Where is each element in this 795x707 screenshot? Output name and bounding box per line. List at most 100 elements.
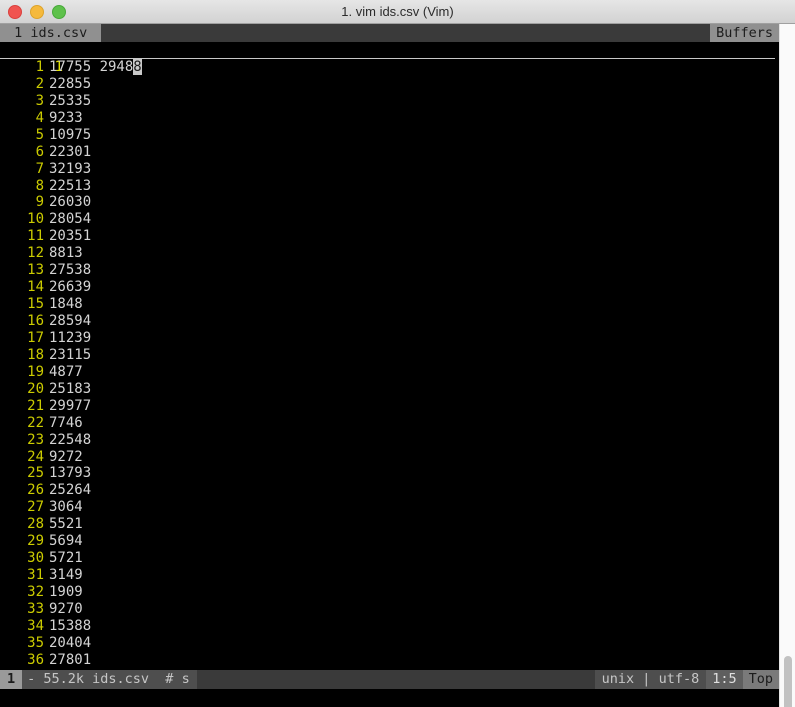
buffer-line: 26 25264 — [0, 482, 779, 499]
line-value: 22513 — [49, 177, 92, 194]
cursor-line: 1 29488 — [0, 42, 779, 75]
relative-line-number: 5 — [35, 126, 44, 143]
relative-line-number: 11 — [27, 228, 44, 245]
buffers-label[interactable]: Buffers — [710, 24, 779, 42]
statusline-position: 1:5 — [706, 670, 743, 689]
line-value: 26030 — [49, 194, 92, 211]
relative-line-number: 19 — [27, 363, 44, 380]
relative-line-number: 35 — [27, 634, 44, 651]
buffer-line: 31 3149 — [0, 567, 779, 584]
line-value: 22548 — [49, 431, 92, 448]
buffer-line: 11 20351 — [0, 228, 779, 245]
relative-line-number: 14 — [27, 279, 44, 296]
tabline-filler — [101, 24, 711, 42]
line-value: 15388 — [49, 617, 92, 634]
vim-tabline: 1 ids.csv Buffers — [0, 24, 779, 42]
buffer-line: 19 4877 — [0, 364, 779, 381]
line-value: 11239 — [49, 329, 92, 346]
relative-line-number: 10 — [27, 211, 44, 228]
buffer-line: 32 1909 — [0, 584, 779, 601]
buffer-line: 8 22513 — [0, 178, 779, 195]
buffer-line: 4 9233 — [0, 110, 779, 127]
line-value: 9270 — [49, 600, 83, 617]
relative-line-number: 18 — [27, 346, 44, 363]
statusline-mode: 1 — [0, 670, 23, 689]
buffer-line: 28 5521 — [0, 516, 779, 533]
line-value: 10975 — [49, 126, 92, 143]
close-window-icon[interactable] — [8, 4, 22, 19]
relative-line-number: 29 — [27, 533, 44, 550]
line-value: 25264 — [49, 482, 92, 499]
relative-line-number: 36 — [27, 651, 44, 668]
line-value: 27538 — [49, 262, 92, 279]
relative-line-number: 33 — [27, 600, 44, 617]
line-value: 28594 — [49, 313, 92, 329]
line-value: 27801 — [49, 651, 92, 668]
line-value: 20404 — [49, 634, 92, 651]
relative-line-number: 12 — [27, 245, 44, 262]
relative-line-number: 22 — [27, 414, 44, 431]
line-value: 25183 — [49, 380, 92, 397]
line-value: 28054 — [49, 211, 92, 228]
buffer-line: 30 5721 — [0, 550, 779, 567]
line-value: 13793 — [49, 465, 92, 482]
line-value: 7746 — [49, 414, 83, 431]
window-title: 1. vim ids.csv (Vim) — [341, 4, 454, 19]
line-value: 9272 — [49, 448, 83, 465]
line-value: 20351 — [49, 228, 92, 245]
buffer-line: 36 27801 — [0, 652, 779, 669]
relative-line-number: 4 — [35, 109, 44, 126]
vim-statusline: 1 - 55.2k ids.csv # s unix | utf-8 1:5 T… — [0, 670, 779, 689]
line-value: 5694 — [49, 533, 83, 550]
relative-line-number: 3 — [35, 92, 44, 109]
buffer-line: 7 32193 — [0, 161, 779, 178]
statusline-encoding: unix | utf-8 — [594, 670, 707, 689]
buffer-line: 10 28054 — [0, 211, 779, 228]
relative-line-number: 20 — [27, 380, 44, 397]
line-value: 1848 — [49, 296, 83, 313]
buffer-line: 14 26639 — [0, 279, 779, 296]
buffer-line: 27 3064 — [0, 499, 779, 516]
buffer-line: 2 22855 — [0, 76, 779, 93]
relative-line-number: 21 — [27, 397, 44, 414]
line-value: 4877 — [49, 363, 83, 380]
relative-line-number: 23 — [27, 431, 44, 448]
line-value: 9233 — [49, 109, 83, 126]
buffer-line: 13 27538 — [0, 262, 779, 279]
relative-line-number: 34 — [27, 617, 44, 634]
line-value: 22301 — [49, 143, 92, 160]
buffer-line: 3 25335 — [0, 93, 779, 110]
vim-buffer-text[interactable]: 1 29488 1 17755 2 22855 3 25335 4 9233 5 10975 6 223… — [0, 42, 779, 670]
tab-ids-csv[interactable]: 1 ids.csv — [0, 24, 102, 42]
buffer-line: 22 7746 — [0, 415, 779, 432]
relative-line-number: 1 — [35, 58, 44, 75]
line-value: 29977 — [49, 397, 92, 414]
buffer-line: 12 8813 — [0, 245, 779, 262]
buffer-line: 6 22301 — [0, 144, 779, 161]
buffer-line: 18 23115 — [0, 347, 779, 364]
relative-line-number: 17 — [27, 329, 44, 346]
line-value: 8813 — [49, 245, 83, 262]
line-value: 17755 — [49, 58, 92, 75]
buffer-line: 21 29977 — [0, 398, 779, 415]
buffer-line: 23 22548 — [0, 432, 779, 449]
buffer-line: 25 13793 — [0, 465, 779, 482]
buffer-line: 15 1848 — [0, 296, 779, 313]
maximize-window-icon[interactable] — [52, 4, 66, 19]
relative-line-number: 8 — [35, 177, 44, 194]
relative-line-number: 27 — [27, 499, 44, 516]
relative-line-number: 25 — [27, 465, 44, 482]
relative-line-number: 28 — [27, 516, 44, 533]
minimize-window-icon[interactable] — [30, 4, 44, 19]
line-value: 26639 — [49, 279, 92, 296]
relative-line-number: 6 — [35, 143, 44, 160]
line-value: 1909 — [49, 584, 83, 600]
window-scrollbar[interactable] — [779, 24, 795, 707]
command-line-area — [0, 689, 779, 707]
statusline-filler — [196, 670, 595, 689]
buffer-line: 33 9270 — [0, 601, 779, 618]
buffer-line: 17 11239 — [0, 330, 779, 347]
buffer-lines: 1 17755 2 22855 3 25335 4 9233 5 10975 6 22301 7 3219… — [0, 59, 779, 669]
scrollbar-thumb[interactable] — [784, 656, 792, 707]
buffer-line: 5 10975 — [0, 127, 779, 144]
